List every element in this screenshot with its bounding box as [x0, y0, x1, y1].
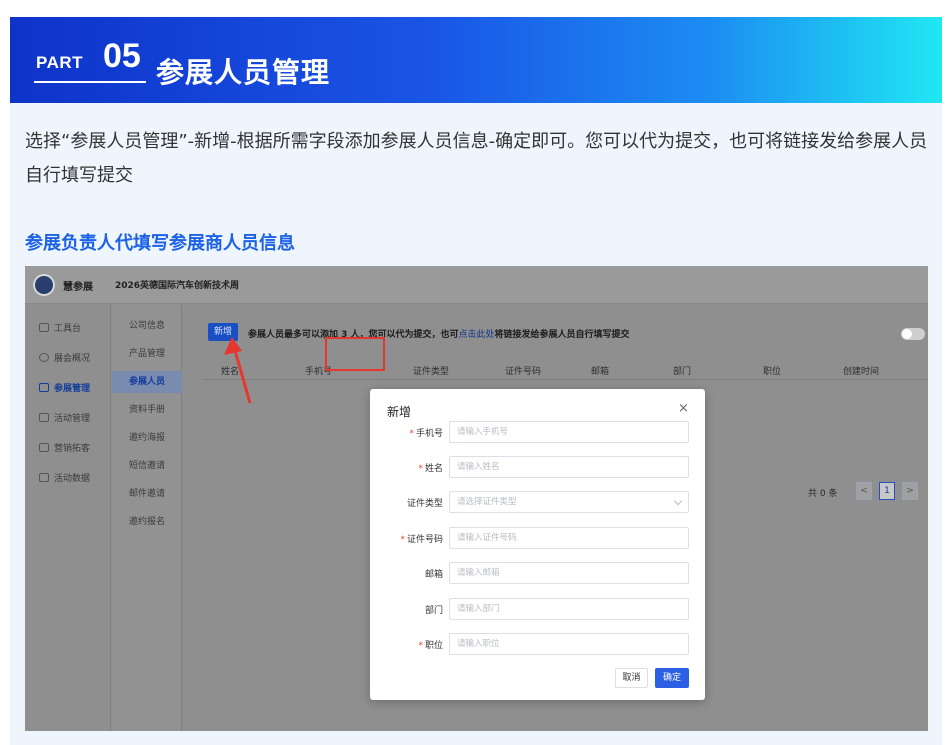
field-label: 职位: [424, 641, 443, 651]
chevron-down-icon: [673, 496, 683, 506]
email-input[interactable]: 请输入邮箱: [449, 562, 689, 584]
clock-icon: [39, 353, 49, 362]
required-mark: *: [418, 641, 423, 651]
page-button[interactable]: 1: [879, 482, 895, 500]
submenu-item-company[interactable]: 公司信息: [112, 315, 182, 337]
banner-underline: [34, 81, 146, 83]
table-header: 姓名 手机号 证件类型 证件号码 邮箱 部门 职位 创建时间: [203, 358, 928, 380]
sidebar-item-workbench[interactable]: 工具台: [39, 321, 81, 334]
field-label: 部门: [424, 606, 443, 616]
phone-input[interactable]: 请输入手机号: [449, 421, 689, 443]
banner-section-number: 05: [103, 37, 141, 75]
column-header: 部门: [673, 367, 692, 377]
intro-paragraph: 选择“参展人员管理”-新增-根据所需字段添加参展人员信息-确定即可。您可以代为提…: [25, 131, 928, 186]
id-type-select[interactable]: 请选择证件类型: [449, 491, 689, 513]
arrow-head: [224, 337, 242, 355]
app-sidebar: 工具台 展会概况 参展管理 活动管理 营销拓客 活动数据: [25, 305, 111, 731]
bar-chart-icon: [39, 473, 49, 482]
field-label: 手机号: [415, 429, 443, 439]
confirm-button[interactable]: 确定: [655, 668, 689, 688]
sidebar-item-overview[interactable]: 展会概况: [39, 351, 90, 364]
pagination-total: 共 0 条: [808, 489, 838, 499]
column-header: 证件号码: [505, 367, 542, 377]
staff-limit-notice: 参展人员最多可以添加 3 人，您可以代为提交，也可点击此处将链接发给参展人员自行…: [248, 330, 630, 340]
next-page-button[interactable]: >: [902, 482, 918, 500]
close-icon[interactable]: ×: [678, 401, 689, 416]
modal-title: 新增: [387, 405, 412, 419]
submenu-item-products[interactable]: 产品管理: [112, 343, 182, 365]
banner-part-label: PART: [36, 53, 84, 72]
submenu-item-email[interactable]: 邮件邀请: [112, 483, 182, 505]
add-staff-modal: 新增 × * 手机号 请输入手机号 * 姓名 请输入姓名 证件类型 请选择证件类型 …: [370, 389, 705, 700]
grid-icon: [39, 323, 49, 332]
app-topbar: 慧参展 2026英德国际汽车创新技术周: [25, 266, 928, 304]
field-label: 邮箱: [424, 570, 443, 580]
section-banner: PART 05 参展人员管理: [10, 17, 942, 103]
field-label: 证件类型: [406, 499, 443, 509]
name-input[interactable]: 请输入姓名: [449, 456, 689, 478]
column-header: 邮箱: [591, 367, 610, 377]
app-submenu: 公司信息 产品管理 参展人员 资料手册 邀约海报 短信邀请 邮件邀请 邀约报名: [112, 305, 182, 731]
arrow-annotation: [224, 337, 252, 404]
prev-page-button[interactable]: <: [856, 482, 872, 500]
form-field-department: 部门 请输入部门: [370, 598, 705, 620]
app-logo-icon: [33, 274, 55, 296]
briefcase-icon: [39, 443, 49, 452]
column-header: 职位: [763, 367, 782, 377]
submenu-item-registration[interactable]: 邀约报名: [112, 511, 182, 533]
form-field-phone: * 手机号 请输入手机号: [370, 421, 705, 443]
id-number-input[interactable]: 请输入证件号码: [449, 527, 689, 549]
form-field-email: 邮箱 请输入邮箱: [370, 562, 705, 584]
field-label: 姓名: [424, 464, 443, 474]
submenu-item-staff[interactable]: 参展人员: [112, 371, 182, 393]
document-icon: [39, 383, 49, 392]
toggle-switch[interactable]: [901, 328, 925, 340]
sidebar-item-exhibit-management[interactable]: 参展管理: [39, 381, 90, 394]
column-header: 证件类型: [413, 367, 450, 377]
highlight-box: [325, 337, 385, 371]
form-field-position: * 职位 请输入职位: [370, 633, 705, 655]
column-header: 创建时间: [843, 367, 880, 377]
share-link[interactable]: 点击此处: [459, 330, 495, 340]
sidebar-item-events[interactable]: 活动管理: [39, 411, 90, 424]
submenu-item-poster[interactable]: 邀约海报: [112, 427, 182, 449]
department-input[interactable]: 请输入部门: [449, 598, 689, 620]
sidebar-item-data[interactable]: 活动数据: [39, 471, 90, 484]
submenu-item-manual[interactable]: 资料手册: [112, 399, 182, 421]
position-input[interactable]: 请输入职位: [449, 633, 689, 655]
arrow-shaft: [232, 346, 252, 404]
cancel-button[interactable]: 取消: [615, 668, 648, 688]
section-subtitle: 参展负责人代填写参展商人员信息: [25, 233, 295, 254]
form-field-name: * 姓名 请输入姓名: [370, 456, 705, 478]
field-label: 证件号码: [406, 535, 443, 545]
required-mark: *: [418, 464, 423, 474]
form-field-id-number: * 证件号码 请输入证件号码: [370, 527, 705, 549]
event-name: 2026英德国际汽车创新技术周: [115, 281, 240, 291]
app-logo-text: 慧参展: [63, 282, 93, 293]
banner-title: 参展人员管理: [156, 56, 331, 89]
article-page: PART 05 参展人员管理 选择“参展人员管理”-新增-根据所需字段添加参展人…: [0, 0, 946, 745]
required-mark: *: [409, 429, 414, 439]
submenu-item-sms[interactable]: 短信邀请: [112, 455, 182, 477]
sidebar-item-marketing[interactable]: 营销拓客: [39, 441, 90, 454]
required-mark: *: [400, 535, 405, 545]
gift-icon: [39, 413, 49, 422]
form-field-id-type: 证件类型 请选择证件类型: [370, 491, 705, 513]
